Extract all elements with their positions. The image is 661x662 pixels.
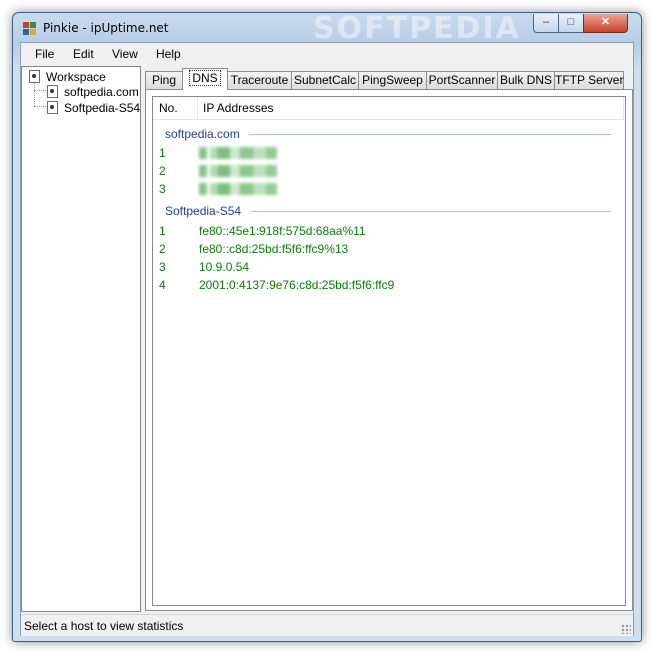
tab-label: PortScanner xyxy=(428,73,496,87)
group-header-softpedia-com: softpedia.com xyxy=(165,127,240,141)
column-header-no[interactable]: No. xyxy=(153,97,198,120)
menu-view[interactable]: View xyxy=(112,47,138,61)
tab-strip: Ping DNS Traceroute SubnetCalc PingSweep… xyxy=(145,68,631,90)
tab-traceroute[interactable]: Traceroute xyxy=(227,71,292,89)
tree-root-workspace[interactable]: Workspace xyxy=(46,70,106,84)
menu-edit[interactable]: Edit xyxy=(73,47,94,61)
row-number[interactable]: 1 xyxy=(159,146,166,160)
client-area: File Edit View Help Workspace softpedia.… xyxy=(20,42,634,636)
tab-label: SubnetCalc xyxy=(293,73,357,87)
menu-bar: File Edit View Help xyxy=(21,43,633,64)
tab-label: DNS xyxy=(189,70,221,86)
redacted-ip-address xyxy=(199,165,277,177)
window-title: Pinkie - ipUptime.net xyxy=(43,21,169,35)
dns-tab-page: No. IP Addresses softpedia.com 1 2 3 Sof… xyxy=(145,89,633,611)
workspace-icon xyxy=(29,70,40,83)
close-button[interactable]: ✕ xyxy=(583,14,628,33)
watermark: SOFTPEDIA xyxy=(313,11,521,46)
maximize-button[interactable]: □ xyxy=(558,14,584,33)
app-window: Pinkie - ipUptime.net SOFTPEDIA – □ ✕ Fi… xyxy=(12,11,642,642)
tab-ping[interactable]: Ping xyxy=(145,71,183,89)
row-number[interactable]: 3 xyxy=(159,260,166,274)
menu-file[interactable]: File xyxy=(35,47,54,61)
tab-dns[interactable]: DNS xyxy=(182,68,228,90)
ip-address-list[interactable]: No. IP Addresses softpedia.com 1 2 3 Sof… xyxy=(152,96,626,606)
tab-label: Bulk DNS xyxy=(499,73,552,87)
host-icon xyxy=(47,85,58,98)
tree-item-softpedia-s54[interactable]: Softpedia-S54 xyxy=(64,101,140,115)
tree-connector xyxy=(34,90,46,91)
tab-label: PingSweep xyxy=(362,73,423,87)
workspace-tree[interactable]: Workspace softpedia.com Softpedia-S54 xyxy=(21,66,141,612)
group-divider xyxy=(251,211,611,212)
tab-label: TFTP Server xyxy=(555,73,624,87)
row-number[interactable]: 1 xyxy=(159,224,166,238)
tab-tftp-server[interactable]: TFTP Server xyxy=(554,71,624,89)
tab-label: Ping xyxy=(151,73,177,87)
group-header-softpedia-s54: Softpedia-S54 xyxy=(165,204,242,218)
menu-help[interactable]: Help xyxy=(156,47,181,61)
redacted-ip-address xyxy=(199,147,277,159)
host-icon xyxy=(47,101,58,114)
tab-pingsweep[interactable]: PingSweep xyxy=(358,71,427,89)
row-ip-address[interactable]: fe80::c8d:25bd:f5f6:ffc9%13 xyxy=(199,242,348,256)
tree-connector xyxy=(34,83,35,106)
row-number[interactable]: 4 xyxy=(159,278,166,292)
row-number[interactable]: 2 xyxy=(159,164,166,178)
tab-portscanner[interactable]: PortScanner xyxy=(426,71,498,89)
group-divider xyxy=(249,134,611,135)
minimize-button[interactable]: – xyxy=(533,14,559,33)
tree-item-softpedia-com[interactable]: softpedia.com xyxy=(64,85,139,99)
row-ip-address[interactable]: 2001:0:4137:9e76:c8d:25bd:f5f6:ffc9 xyxy=(199,278,394,292)
column-header-ip-addresses[interactable]: IP Addresses xyxy=(198,97,624,120)
row-number[interactable]: 2 xyxy=(159,242,166,256)
app-icon xyxy=(23,22,37,36)
row-ip-address[interactable]: 10.9.0.54 xyxy=(199,260,249,274)
resize-grip-icon[interactable] xyxy=(621,624,631,634)
tab-bulk-dns[interactable]: Bulk DNS xyxy=(497,71,555,89)
tree-connector xyxy=(34,106,46,107)
redacted-ip-address xyxy=(199,183,277,195)
status-text: Select a host to view statistics xyxy=(24,619,184,633)
tab-label: Traceroute xyxy=(230,73,289,87)
row-number[interactable]: 3 xyxy=(159,182,166,196)
title-bar[interactable]: Pinkie - ipUptime.net SOFTPEDIA – □ ✕ xyxy=(13,11,641,46)
row-ip-address[interactable]: fe80::45e1:918f:575d:68aa%11 xyxy=(199,224,366,238)
tab-subnetcalc[interactable]: SubnetCalc xyxy=(291,71,359,89)
status-bar: Select a host to view statistics xyxy=(21,614,633,636)
